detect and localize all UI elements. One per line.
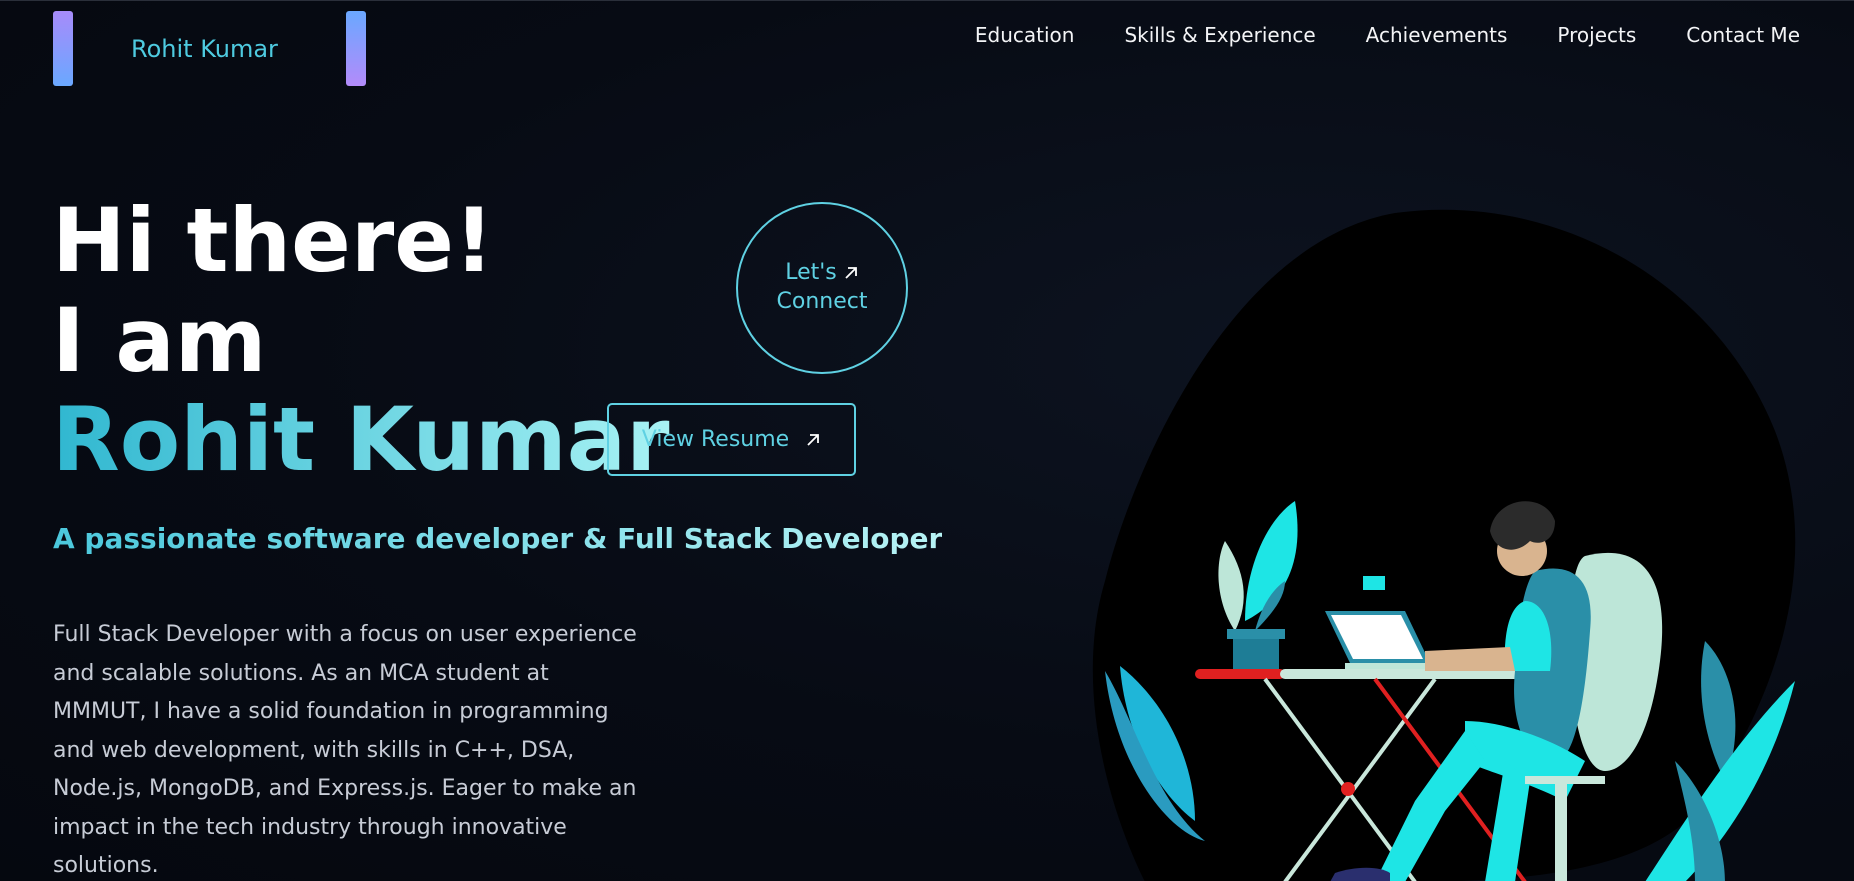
view-resume-label: View Resume [641, 427, 790, 452]
logo[interactable]: Rohit Kumar [53, 11, 366, 86]
logo-bar-left [53, 11, 73, 86]
nav-link-skills-experience[interactable]: Skills & Experience [1124, 23, 1315, 47]
logo-bar-right [346, 11, 366, 86]
hero-bio: Full Stack Developer with a focus on use… [53, 622, 637, 878]
navbar: Rohit Kumar Education Skills & Experienc… [0, 1, 1854, 93]
connect-label-1: Let's [785, 260, 837, 286]
lets-connect-button[interactable]: Let's Connect [736, 202, 908, 374]
hero-tagline: A passionate software developer & Full S… [53, 522, 943, 555]
nav-link-achievements[interactable]: Achievements [1366, 23, 1508, 47]
hero-greeting: Hi there! [52, 189, 495, 292]
arrow-up-right-icon [845, 267, 857, 280]
developer-illustration [1092, 209, 1796, 881]
arrow-up-right-icon [807, 433, 820, 446]
connect-line-2: Connect [776, 289, 868, 314]
logo-text[interactable]: Rohit Kumar [131, 35, 278, 63]
hero-intro: I am [52, 289, 267, 392]
nav-link-contact-me[interactable]: Contact Me [1686, 23, 1800, 47]
portfolio-page: Rohit Kumar Education Skills & Experienc… [0, 0, 1854, 881]
nav-link-education[interactable]: Education [975, 23, 1075, 47]
nav-links: Education Skills & Experience Achievemen… [925, 23, 1800, 47]
connect-line-1: Let's [785, 259, 859, 288]
nav-link-projects[interactable]: Projects [1557, 23, 1636, 47]
hero-name: Rohit Kumar [52, 388, 670, 491]
view-resume-button[interactable]: View Resume [607, 403, 856, 476]
